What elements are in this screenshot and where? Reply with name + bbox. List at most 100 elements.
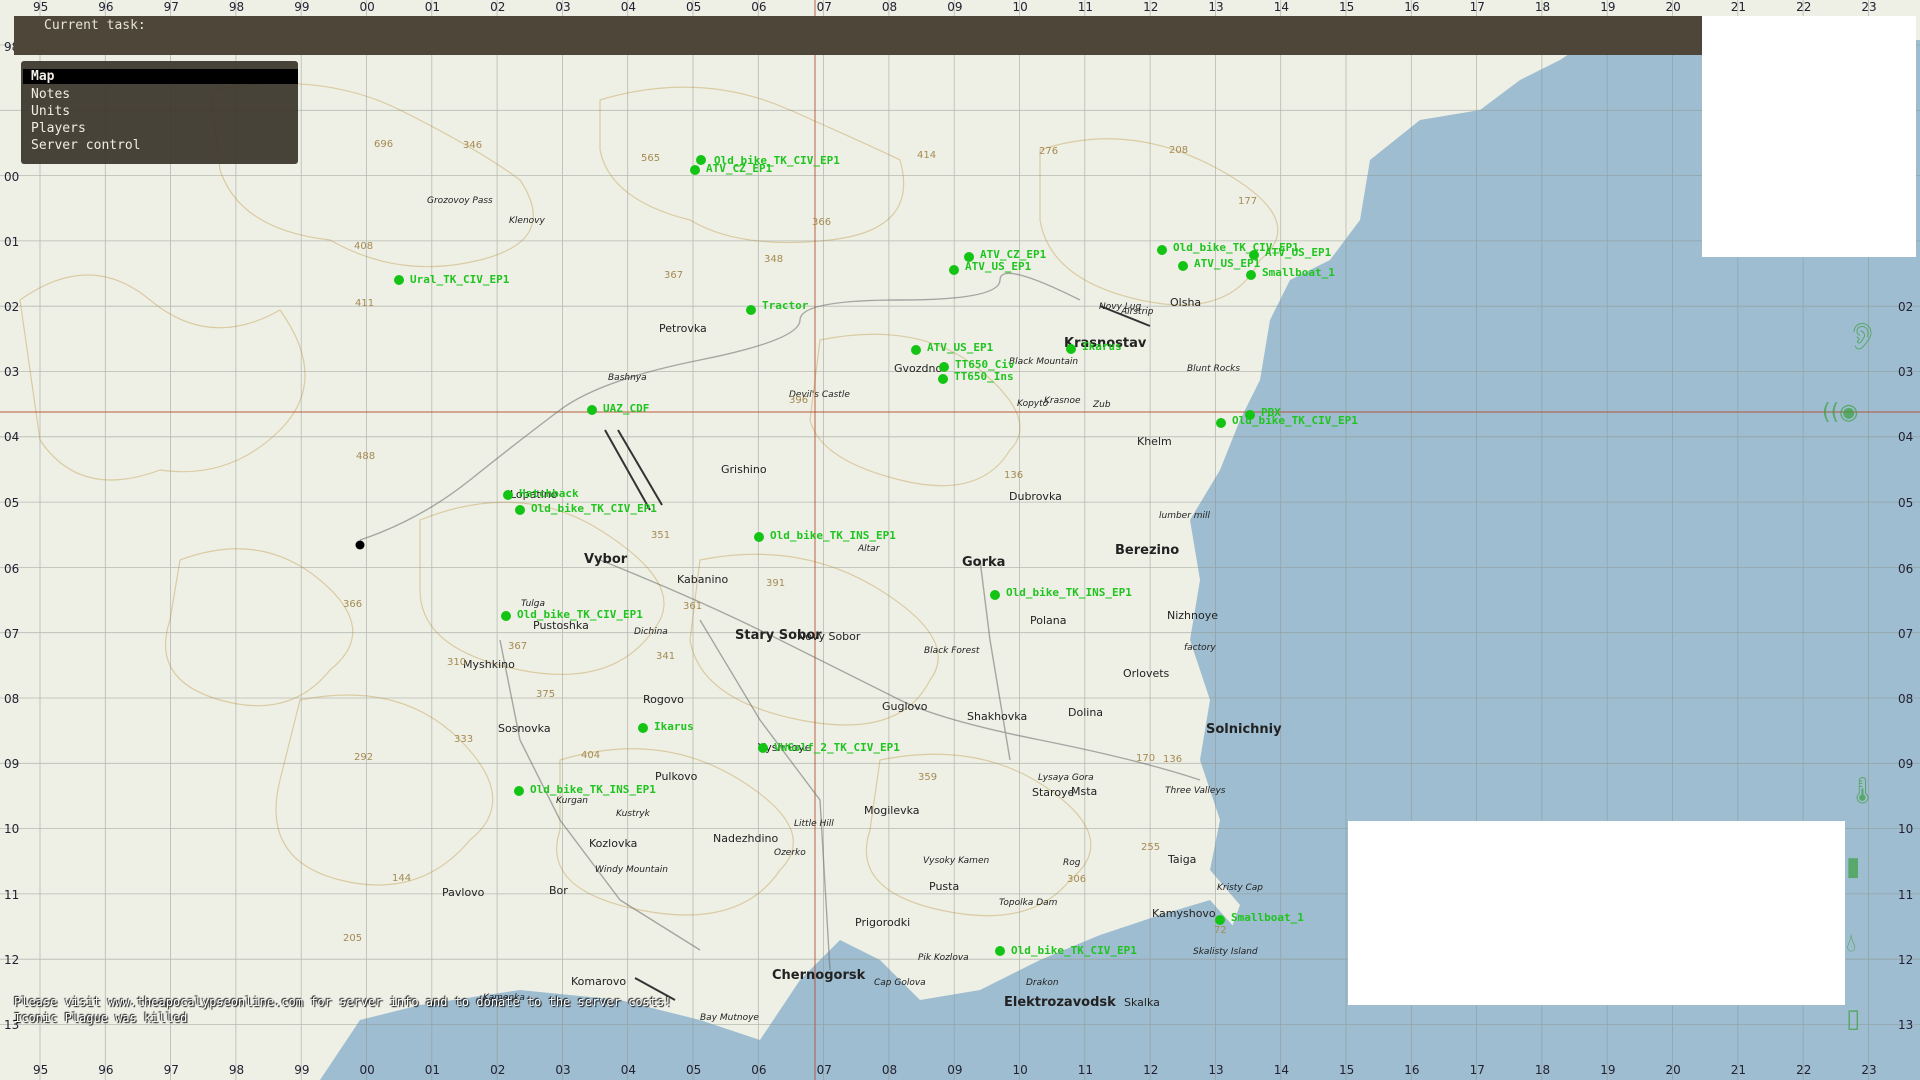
elevation-label: 404 (581, 750, 601, 761)
unit-dot[interactable] (1245, 410, 1255, 420)
grid-label-bottom: 08 (881, 1063, 898, 1077)
place-name: Cap Golova (874, 978, 926, 988)
current-task-label: Current task: (44, 18, 146, 33)
unit-dot[interactable] (587, 405, 597, 415)
grid-label-top: 20 (1665, 0, 1681, 14)
food-icon: ▮ (1846, 852, 1861, 882)
unit-dot[interactable] (501, 611, 511, 621)
place-name: Kustryk (616, 809, 650, 819)
place-name: Bor (549, 884, 568, 897)
place-name: Skalka (1124, 996, 1160, 1009)
menu-item-notes[interactable]: Notes (31, 87, 70, 102)
unit-dot[interactable] (696, 155, 706, 165)
grid-label-bottom: 13 (1208, 1063, 1224, 1077)
unit-label: Old_bike_TK_INS_EP1 (770, 529, 896, 542)
unit-dot[interactable] (514, 786, 524, 796)
unit-dot[interactable] (938, 374, 948, 384)
menu-item-map[interactable]: Map (23, 69, 298, 84)
unit-label: Old_bike_TK_CIV_EP1 (517, 608, 643, 621)
elevation-label: 396 (789, 395, 809, 406)
place-name: factory (1184, 643, 1216, 653)
elevation-label: 170 (1136, 753, 1156, 764)
place-name: Kozlovka (589, 837, 638, 850)
unit-dot[interactable] (1249, 250, 1259, 260)
elevation-label: 333 (454, 734, 474, 745)
unit-label: Smallboat_1 (1231, 911, 1304, 924)
elevation-label: 177 (1238, 196, 1258, 207)
grid-label-right: 04 (1898, 430, 1914, 444)
elevation-label: 488 (356, 451, 376, 462)
menu-item-units[interactable]: Units (31, 104, 70, 119)
unit-label: Old_bike_TK_CIV_EP1 (1011, 944, 1137, 957)
place-name: Three Valleys (1165, 786, 1226, 796)
unit-label: UAZ_CDF (603, 402, 650, 415)
place-name: Rogovo (643, 693, 684, 706)
chat-log: Please visit www.theapocalypseonline.com… (14, 994, 671, 1026)
place-name: Blunt Rocks (1187, 364, 1241, 374)
elevation-label: 310 (447, 657, 467, 668)
grid-label-right: 09 (1898, 757, 1914, 771)
grid-label-top: 02 (490, 0, 506, 14)
place-name: Petrovka (659, 322, 707, 335)
unit-dot[interactable] (995, 946, 1005, 956)
place-name: Lysaya Gora (1038, 773, 1094, 783)
grid-label-bottom: 22 (1796, 1063, 1812, 1077)
elevation-label: 136 (1004, 470, 1024, 481)
unit-dot[interactable] (758, 743, 768, 753)
place-name: Komarovo (571, 975, 627, 988)
elevation-label: 565 (641, 153, 661, 164)
unit-dot[interactable] (503, 490, 513, 500)
place-name: Kabanino (677, 573, 729, 586)
unit-dot[interactable] (1215, 915, 1225, 925)
grid-label-top: 18 (1534, 0, 1551, 14)
unit-dot[interactable] (990, 590, 1000, 600)
grid-label-bottom: 97 (163, 1063, 179, 1077)
menu-item-players[interactable]: Players (31, 121, 86, 136)
unit-dot[interactable] (515, 505, 525, 515)
grid-label-bottom: 18 (1534, 1063, 1551, 1077)
blank-panel-bottom-right (1348, 821, 1845, 1005)
place-name: Skalisty Island (1193, 947, 1258, 957)
elevation-label: 367 (664, 270, 684, 281)
unit-dot[interactable] (638, 723, 648, 733)
place-name: Guglovo (882, 700, 928, 713)
place-name: Airstrip (1121, 307, 1154, 317)
grid-label-bottom: 06 (751, 1063, 767, 1077)
elevation-label: 367 (508, 641, 528, 652)
place-name: Olsha (1170, 296, 1202, 309)
unit-label: VWGolf_2_TK_CIV_EP1 (774, 741, 900, 754)
grid-label-left: 03 (4, 365, 20, 379)
eye-icon: ((◉ (1822, 400, 1859, 425)
elevation-label: 72 (1214, 925, 1227, 936)
grid-label-bottom: 12 (1143, 1063, 1159, 1077)
thermometer-icon: 🌡︎ (1846, 776, 1880, 806)
unit-dot[interactable] (690, 165, 700, 175)
unit-dot[interactable] (1178, 261, 1188, 271)
unit-dot[interactable] (1216, 418, 1226, 428)
unit-dot[interactable] (1246, 270, 1256, 280)
menu-item-server-control[interactable]: Server control (31, 138, 141, 153)
elevation-label: 341 (656, 651, 676, 662)
grid-label-top: 21 (1730, 0, 1747, 14)
current-task-bar: Current task: (14, 16, 1702, 55)
grid-label-bottom: 00 (359, 1063, 375, 1077)
place-name: Rog (1063, 858, 1081, 868)
unit-dot[interactable] (949, 265, 959, 275)
place-name: Grozovoy Pass (427, 196, 493, 206)
unit-dot[interactable] (939, 362, 949, 372)
unit-dot[interactable] (911, 345, 921, 355)
unit-dot[interactable] (1066, 344, 1076, 354)
unit-dot[interactable] (754, 532, 764, 542)
place-name: Black Mountain (1009, 357, 1079, 367)
grid-label-right: 07 (1898, 627, 1914, 641)
grid-label-bottom: 19 (1600, 1063, 1616, 1077)
place-name: Black Forest (924, 646, 980, 656)
unit-dot[interactable] (394, 275, 404, 285)
unit-dot[interactable] (1157, 245, 1167, 255)
place-name: Pusta (929, 880, 960, 893)
place-name: Berezino (1115, 543, 1180, 558)
unit-dot[interactable] (746, 305, 756, 315)
place-name: Drakon (1026, 978, 1059, 988)
place-name: Bay Mutnoye (700, 1013, 759, 1023)
place-name: Taiga (1168, 853, 1197, 866)
